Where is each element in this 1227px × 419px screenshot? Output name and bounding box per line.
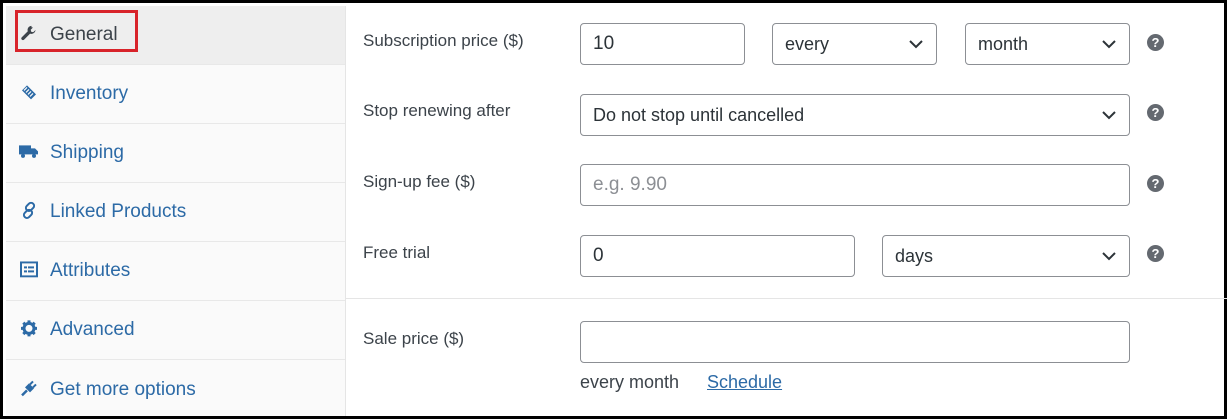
tab-label: Attributes xyxy=(50,260,131,281)
plug-icon xyxy=(19,378,39,398)
tab-shipping[interactable]: Shipping xyxy=(6,124,345,183)
chevron-down-icon xyxy=(909,40,923,49)
subscription-price-label: Subscription price ($) xyxy=(363,31,524,50)
list-icon xyxy=(19,259,39,279)
free-trial-period-select[interactable]: days xyxy=(882,235,1130,277)
select-value: every xyxy=(785,33,830,54)
link-icon xyxy=(19,200,39,220)
stop-renewing-label: Stop renewing after xyxy=(363,101,511,120)
tab-label: Advanced xyxy=(50,319,135,340)
tab-label: Get more options xyxy=(50,378,196,400)
product-data-tabs: General Inventory Shipping Linked Produc… xyxy=(6,6,346,416)
signup-fee-input[interactable]: e.g. 9.90 xyxy=(580,164,1130,206)
help-icon[interactable]: ? xyxy=(1147,175,1164,192)
schedule-link[interactable]: Schedule xyxy=(707,372,782,393)
wrench-icon xyxy=(19,23,39,43)
help-icon[interactable]: ? xyxy=(1147,34,1164,51)
tab-get-more-options[interactable]: Get more options xyxy=(6,360,345,419)
tab-linked-products[interactable]: Linked Products xyxy=(6,183,345,242)
billing-period-select[interactable]: month xyxy=(965,23,1130,65)
truck-icon xyxy=(19,141,39,161)
select-value: Do not stop until cancelled xyxy=(593,104,805,125)
signup-fee-label: Sign-up fee ($) xyxy=(363,172,476,191)
gear-icon xyxy=(19,318,39,338)
free-trial-length-input[interactable]: 0 xyxy=(580,235,855,277)
tab-label: Inventory xyxy=(50,83,129,104)
subscription-price-input[interactable]: 10 xyxy=(580,23,745,65)
tab-attributes[interactable]: Attributes xyxy=(6,242,345,301)
tab-advanced[interactable]: Advanced xyxy=(6,301,345,360)
chevron-down-icon xyxy=(1102,40,1116,49)
help-icon[interactable]: ? xyxy=(1147,104,1164,121)
subscription-length-select[interactable]: Do not stop until cancelled xyxy=(580,94,1130,136)
product-data-panel: General Inventory Shipping Linked Produc… xyxy=(0,0,1227,419)
tab-inventory[interactable]: Inventory xyxy=(6,65,345,124)
billing-interval-select[interactable]: every xyxy=(772,23,937,65)
tab-label: Shipping xyxy=(50,142,124,163)
free-trial-label: Free trial xyxy=(363,243,431,262)
sale-price-period-text: every month xyxy=(580,372,680,392)
chevron-down-icon xyxy=(1102,111,1116,120)
help-icon[interactable]: ? xyxy=(1147,245,1164,262)
select-value: days xyxy=(895,245,934,266)
tab-general[interactable]: General xyxy=(6,6,345,65)
sale-price-label: Sale price ($) xyxy=(363,329,465,348)
tab-label: General xyxy=(50,24,118,45)
tag-icon xyxy=(19,82,39,102)
section-divider xyxy=(346,298,1227,299)
chevron-down-icon xyxy=(1102,252,1116,261)
sale-price-input[interactable] xyxy=(580,321,1130,363)
select-value: month xyxy=(978,33,1029,54)
tab-label: Linked Products xyxy=(50,201,187,222)
